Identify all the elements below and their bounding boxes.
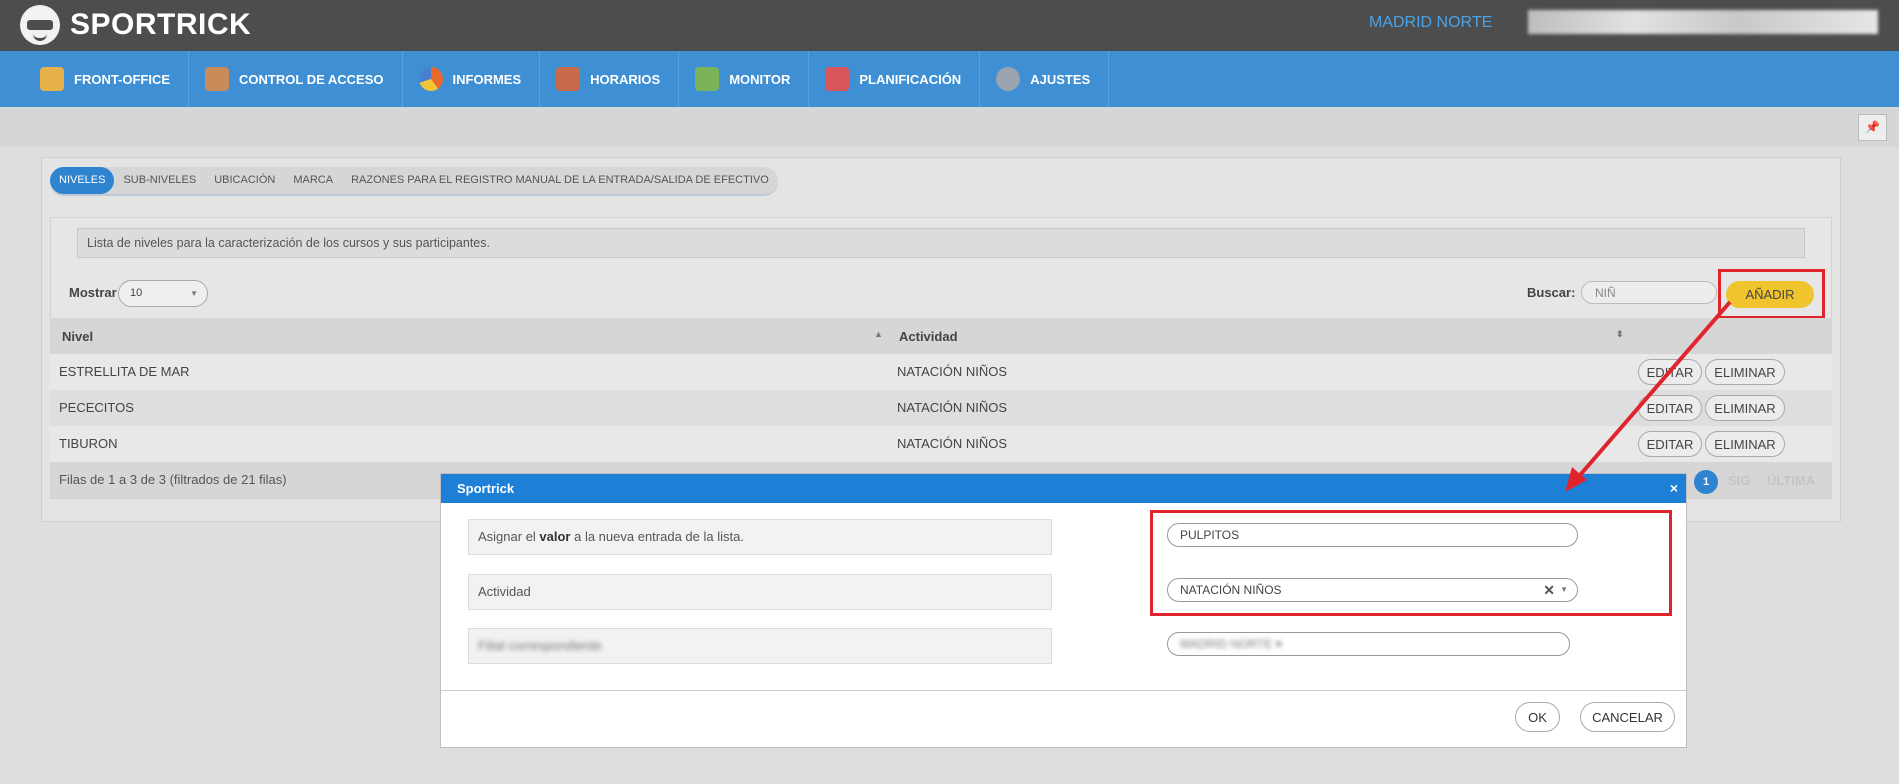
- dialog-divider: [441, 690, 1686, 691]
- nav-label: PLANIFICACIÓN: [859, 71, 962, 87]
- sort-asc-icon[interactable]: ▲: [874, 329, 883, 339]
- branch-label-text: Filial correspondiente: [478, 638, 602, 653]
- page-size-value: 10: [130, 287, 143, 299]
- nav-monitor[interactable]: MONITOR: [679, 51, 810, 107]
- nav-planificacion[interactable]: PLANIFICACIÓN: [809, 51, 981, 107]
- pin-button[interactable]: 📌: [1858, 114, 1887, 141]
- access-control-icon: [205, 67, 230, 91]
- branch-selector[interactable]: MADRID NORTE: [1369, 14, 1492, 32]
- nav-horarios[interactable]: HORARIOS: [540, 51, 680, 107]
- last-page-link[interactable]: ÚLTIMA: [1767, 473, 1815, 488]
- tab-ubicacion[interactable]: UBICACIÓN: [205, 167, 284, 194]
- page-size-select[interactable]: 10 ▼: [118, 280, 208, 307]
- info-banner: Lista de niveles para la caracterización…: [77, 228, 1805, 258]
- value-field-label: Asignar el valor a la nueva entrada de l…: [468, 519, 1052, 555]
- app-name: SPORTRICK: [70, 8, 252, 41]
- cell-actividad: NATACIÓN NIÑOS: [897, 436, 1008, 451]
- label-text-post: a la nueva entrada de la lista.: [570, 529, 744, 544]
- cell-actividad: NATACIÓN NIÑOS: [897, 400, 1008, 415]
- pin-icon: 📌: [1865, 120, 1880, 134]
- pie-chart-icon: [418, 67, 443, 91]
- cell-nivel: PECECITOS: [59, 400, 134, 415]
- table-header: Nivel ▲ Actividad ⬍: [50, 318, 1832, 354]
- logo-icon: [20, 5, 60, 45]
- branch-select[interactable]: MADRID NORTE ▾: [1167, 632, 1570, 656]
- add-button-highlight: [1718, 269, 1825, 319]
- cell-actividad: NATACIÓN NIÑOS: [897, 364, 1008, 379]
- calendar-icon: [825, 67, 850, 91]
- nav-label: CONTROL DE ACCESO: [239, 71, 384, 87]
- cancel-button[interactable]: CANCELAR: [1580, 702, 1675, 732]
- dialog-header: Sportrick ×: [441, 474, 1686, 503]
- tab-razones[interactable]: RAZONES PARA EL REGISTRO MANUAL DE LA EN…: [342, 167, 778, 194]
- table-row: ESTRELLITA DE MAR NATACIÓN NIÑOS EDITAR …: [50, 354, 1832, 390]
- user-info-redacted: [1528, 10, 1878, 34]
- header-actividad[interactable]: Actividad: [899, 329, 958, 344]
- table-row: TIBURON NATACIÓN NIÑOS EDITAR ELIMINAR: [50, 426, 1832, 462]
- dialog-title: Sportrick: [457, 481, 515, 496]
- nav-label: MONITOR: [729, 71, 791, 87]
- show-label: Mostrar: [69, 285, 117, 300]
- sub-bar: [0, 107, 1899, 147]
- nav-label: AJUSTES: [1030, 71, 1091, 87]
- ok-button[interactable]: OK: [1515, 702, 1560, 732]
- caret-down-icon: ▼: [190, 289, 198, 298]
- cell-nivel: ESTRELLITA DE MAR: [59, 364, 190, 379]
- settings-gear-icon: [996, 67, 1021, 91]
- sort-both-icon[interactable]: ⬍: [1616, 329, 1624, 340]
- nav-left-strip: [0, 51, 24, 107]
- tab-sub-niveles[interactable]: SUB-NIVELES: [114, 167, 205, 194]
- edit-button[interactable]: EDITAR: [1638, 359, 1702, 385]
- edit-button[interactable]: EDITAR: [1638, 395, 1702, 421]
- nav-label: INFORMES: [452, 71, 522, 87]
- tab-niveles[interactable]: NIVELES: [50, 167, 115, 194]
- nav-control-acceso[interactable]: CONTROL DE ACCESO: [189, 51, 403, 107]
- nav-label: HORARIOS: [590, 71, 661, 87]
- nav-informes[interactable]: INFORMES: [403, 51, 541, 107]
- delete-button[interactable]: ELIMINAR: [1705, 395, 1785, 421]
- main-nav: FRONT-OFFICE CONTROL DE ACCESO INFORMES …: [24, 51, 1899, 116]
- app-logo[interactable]: SPORTRICK: [20, 5, 251, 45]
- nav-front-office[interactable]: FRONT-OFFICE: [24, 51, 190, 107]
- delete-button[interactable]: ELIMINAR: [1705, 359, 1785, 385]
- delete-button[interactable]: ELIMINAR: [1705, 431, 1785, 457]
- activity-field-label: Actividad: [468, 574, 1052, 610]
- form-fields-highlight: [1150, 510, 1672, 616]
- monitor-people-icon: [695, 67, 720, 91]
- label-text-pre: Asignar el: [478, 529, 540, 544]
- front-office-icon: [40, 67, 64, 91]
- top-bar: SPORTRICK MADRID NORTE: [0, 0, 1899, 51]
- nav-label: FRONT-OFFICE: [74, 71, 171, 87]
- label-text-bold: valor: [539, 529, 571, 544]
- tab-marca[interactable]: MARCA: [284, 167, 342, 194]
- close-icon[interactable]: ×: [1670, 474, 1678, 503]
- rows-summary: Filas de 1 a 3 de 3 (filtrados de 21 fil…: [59, 472, 287, 487]
- page-1-button[interactable]: 1: [1694, 470, 1718, 494]
- header-nivel[interactable]: Nivel: [62, 329, 93, 344]
- branch-field-label: Filial correspondiente: [468, 628, 1052, 664]
- search-label: Buscar:: [1527, 285, 1576, 300]
- next-page-link[interactable]: SIG: [1728, 473, 1750, 488]
- settings-tabs: NIVELES SUB-NIVELES UBICACIÓN MARCA RAZO…: [50, 167, 778, 196]
- search-input[interactable]: [1581, 281, 1717, 304]
- cell-nivel: TIBURON: [59, 436, 118, 451]
- nav-ajustes[interactable]: AJUSTES: [980, 51, 1110, 116]
- branch-select-value: MADRID NORTE ▾: [1180, 637, 1282, 651]
- edit-button[interactable]: EDITAR: [1638, 431, 1702, 457]
- table-row: PECECITOS NATACIÓN NIÑOS EDITAR ELIMINAR: [50, 390, 1832, 426]
- schedule-board-icon: [556, 67, 581, 91]
